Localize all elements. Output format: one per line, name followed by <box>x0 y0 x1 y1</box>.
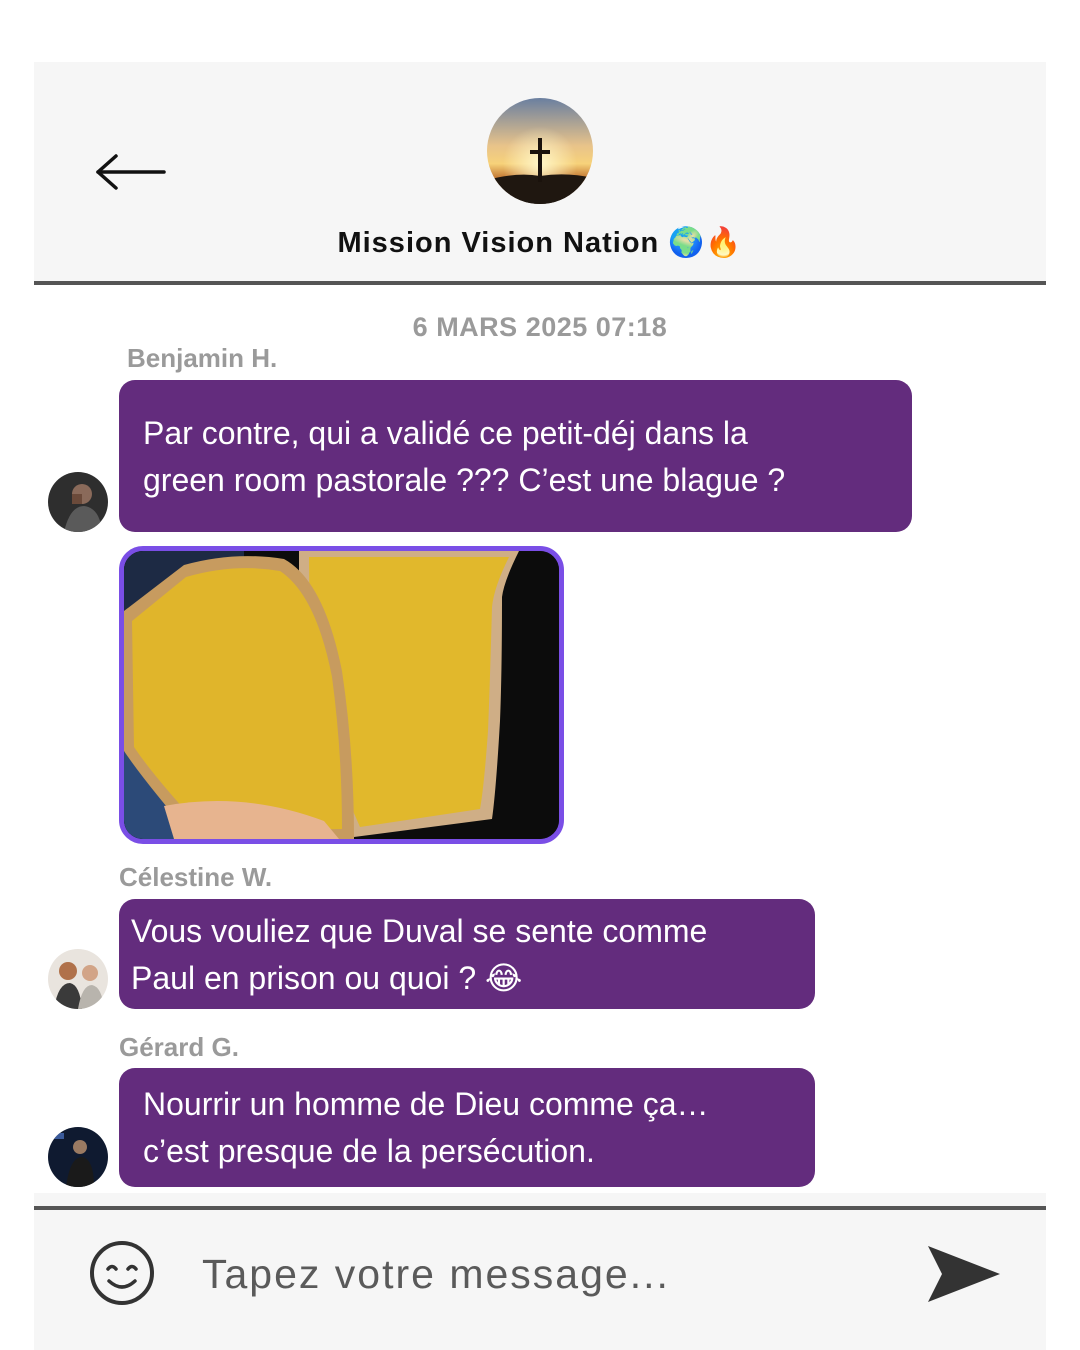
header-divider <box>34 281 1046 285</box>
sender-name: Gérard G. <box>119 1032 239 1062</box>
message-bubble[interactable]: Nourrir un homme de Dieu comme ça… c’est… <box>119 1068 815 1187</box>
message-input[interactable] <box>202 1242 902 1306</box>
sender-name: Célestine W. <box>119 862 273 892</box>
message-line: Nourrir un homme de Dieu comme ça… <box>143 1086 709 1122</box>
arrow-left-icon[interactable] <box>94 152 168 192</box>
avatar[interactable] <box>48 949 108 1009</box>
message-photo[interactable] <box>119 546 564 844</box>
message-line: Paul en prison ou quoi ? <box>131 960 477 996</box>
group-avatar[interactable] <box>487 98 593 204</box>
message-line: green room pastorale ??? C’est une blagu… <box>143 462 786 498</box>
group-name: Mission Vision Nation <box>337 227 660 259</box>
message-line: Vous vouliez que Duval se sente comme <box>131 913 708 949</box>
message-line: c’est presque de la persécution. <box>143 1133 595 1169</box>
message-bubble[interactable]: Par contre, qui a validé ce petit-déj da… <box>119 380 912 532</box>
avatar[interactable] <box>48 472 108 532</box>
message-line: Par contre, qui a validé ce petit-déj da… <box>143 415 748 451</box>
message-bubble[interactable]: Vous vouliez que Duval se sente comme Pa… <box>119 899 815 1009</box>
sender-name: Benjamin H. <box>127 343 278 373</box>
smiley-icon[interactable] <box>88 1239 156 1307</box>
tears-of-joy-emoji: 😂 <box>485 959 523 997</box>
avatar[interactable] <box>48 1127 108 1187</box>
chat-screen: Mission Vision Nation 🌍🔥 6 MARS 2025 07:… <box>34 62 1046 1350</box>
message-timestamp: 6 MARS 2025 07:18 <box>412 312 668 342</box>
send-arrow-icon[interactable] <box>924 1242 1004 1306</box>
composer-divider <box>34 1206 1046 1210</box>
group-title: Mission Vision Nation 🌍🔥 <box>34 225 1046 260</box>
chat-header: Mission Vision Nation 🌍🔥 <box>34 62 1046 285</box>
group-emojis: 🌍🔥 <box>668 225 743 259</box>
